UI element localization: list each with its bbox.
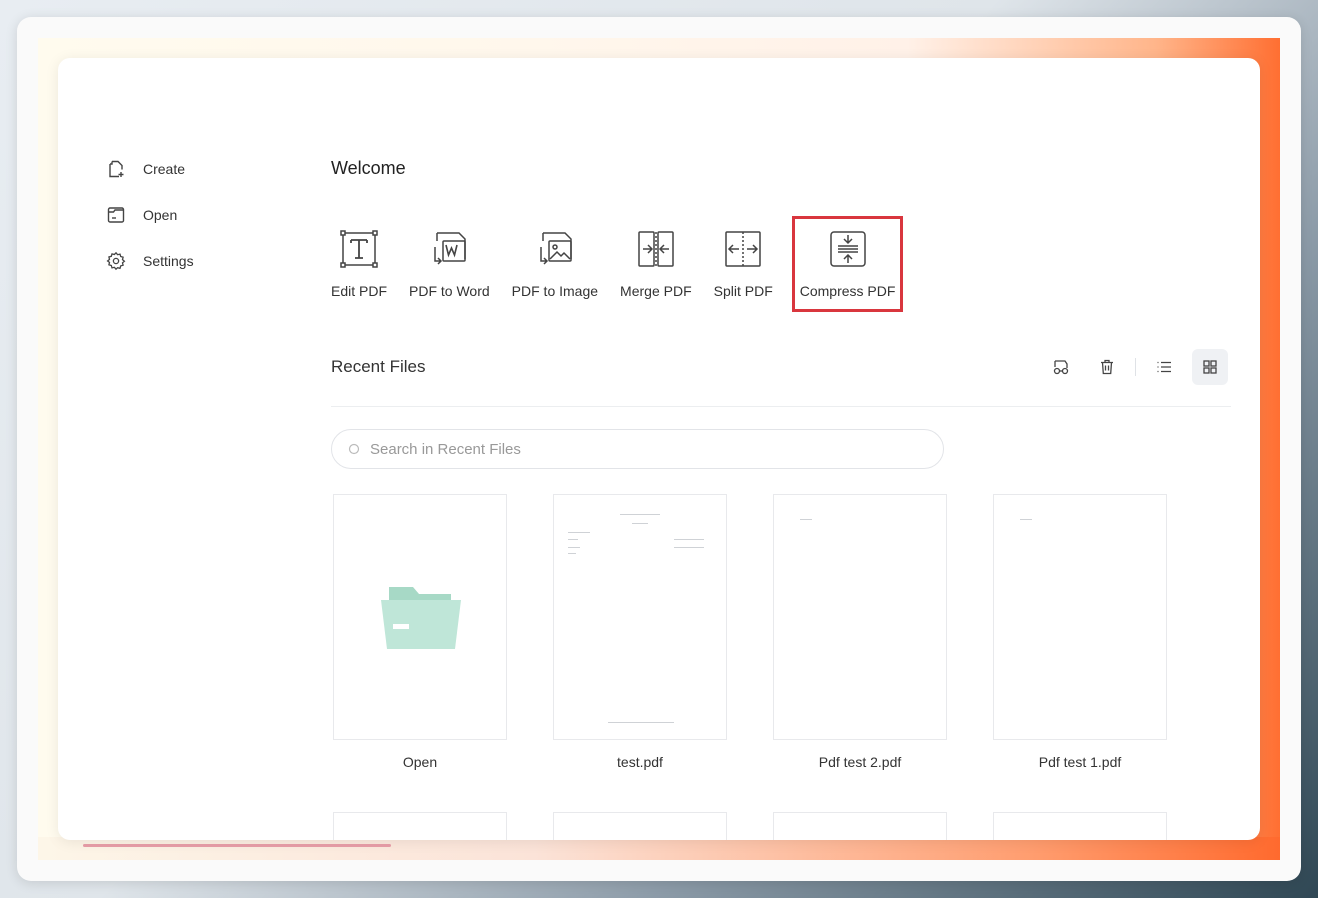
toolbar-divider <box>1135 358 1136 376</box>
delete-button[interactable] <box>1089 349 1125 385</box>
list-view-button[interactable] <box>1146 349 1182 385</box>
read-mode-button[interactable] <box>1043 349 1079 385</box>
file-thumbnail <box>993 812 1167 840</box>
recent-files-toolbar <box>1033 349 1228 385</box>
recent-files-grid: Open test.pdf Pdf test 2.pdf Pdf test 1.… <box>333 494 1213 770</box>
file-card-pdf-test-1[interactable]: Pdf test 1.pdf <box>993 494 1167 770</box>
file-card-partial[interactable] <box>993 812 1167 840</box>
outer-frame: Create Open Settings Welcome Edit PDF PD… <box>17 17 1301 881</box>
create-icon <box>109 160 124 178</box>
file-thumbnail <box>553 494 727 740</box>
file-thumbnail <box>553 812 727 840</box>
trash-icon <box>1101 359 1113 375</box>
sidebar-item-label: Settings <box>143 253 194 269</box>
file-thumbnail <box>333 494 507 740</box>
split-pdf-icon <box>725 231 761 267</box>
tool-edit-pdf[interactable]: Edit PDF <box>331 224 387 309</box>
decorative-line <box>83 844 391 847</box>
open-folder-icon <box>107 207 125 223</box>
file-card-test-pdf[interactable]: test.pdf <box>553 494 727 770</box>
file-thumbnail <box>333 812 507 840</box>
tool-merge-pdf[interactable]: Merge PDF <box>620 224 692 309</box>
file-name: test.pdf <box>617 754 663 770</box>
tool-label: Edit PDF <box>331 283 388 299</box>
search-icon <box>348 443 360 455</box>
merge-pdf-icon <box>638 231 674 267</box>
edit-pdf-icon <box>340 230 378 268</box>
sidebar-item-open[interactable]: Open <box>106 202 306 228</box>
search-input[interactable] <box>368 439 912 459</box>
file-card-pdf-test-2[interactable]: Pdf test 2.pdf <box>773 494 947 770</box>
file-card-open[interactable]: Open <box>333 494 507 770</box>
tool-pdf-to-word[interactable]: PDF to Word <box>409 224 490 309</box>
tool-compress-pdf[interactable]: Compress PDF <box>791 216 904 312</box>
tool-pdf-to-image[interactable]: PDF to Image <box>512 224 598 309</box>
tool-label: PDF to Word <box>409 283 490 299</box>
list-icon <box>1157 361 1171 373</box>
search-box <box>331 429 944 469</box>
pdf-to-image-icon <box>540 232 572 265</box>
file-card-partial[interactable] <box>773 812 947 840</box>
sidebar: Create Open Settings <box>106 156 306 294</box>
grid-view-button[interactable] <box>1192 349 1228 385</box>
file-card-partial[interactable] <box>553 812 727 840</box>
file-name: Open <box>402 754 438 770</box>
background-glow-bottom <box>38 837 1280 860</box>
sidebar-item-settings[interactable]: Settings <box>106 248 306 274</box>
file-thumbnail <box>993 494 1167 740</box>
folder-icon <box>381 587 461 649</box>
gear-icon <box>106 251 126 271</box>
tool-label: PDF to Image <box>511 283 599 299</box>
tool-label: Split PDF <box>713 283 773 299</box>
sidebar-item-create[interactable]: Create <box>106 156 306 182</box>
file-name: Pdf test 2.pdf <box>818 754 902 770</box>
recent-files-title: Recent Files <box>331 357 426 376</box>
pdf-to-word-icon <box>434 232 467 265</box>
section-divider <box>331 406 1231 407</box>
sidebar-item-label: Open <box>143 207 178 223</box>
recent-files-grid-row-2 <box>333 812 1213 840</box>
compress-pdf-icon <box>829 231 866 267</box>
file-thumbnail <box>773 494 947 740</box>
page-title: Welcome <box>331 158 406 178</box>
app-window: Create Open Settings Welcome Edit PDF PD… <box>58 58 1260 840</box>
tool-split-pdf[interactable]: Split PDF <box>714 224 773 309</box>
file-thumbnail <box>773 812 947 840</box>
glasses-icon <box>1053 360 1069 375</box>
sidebar-item-label: Create <box>143 161 186 177</box>
grid-icon <box>1203 360 1217 374</box>
file-name: Pdf test 1.pdf <box>1038 754 1122 770</box>
tool-label: Merge PDF <box>620 283 692 299</box>
file-card-partial[interactable] <box>333 812 507 840</box>
tools-row: Edit PDF PDF to Word PDF to Image Merge … <box>331 216 922 312</box>
tool-label: Compress PDF <box>799 283 896 299</box>
